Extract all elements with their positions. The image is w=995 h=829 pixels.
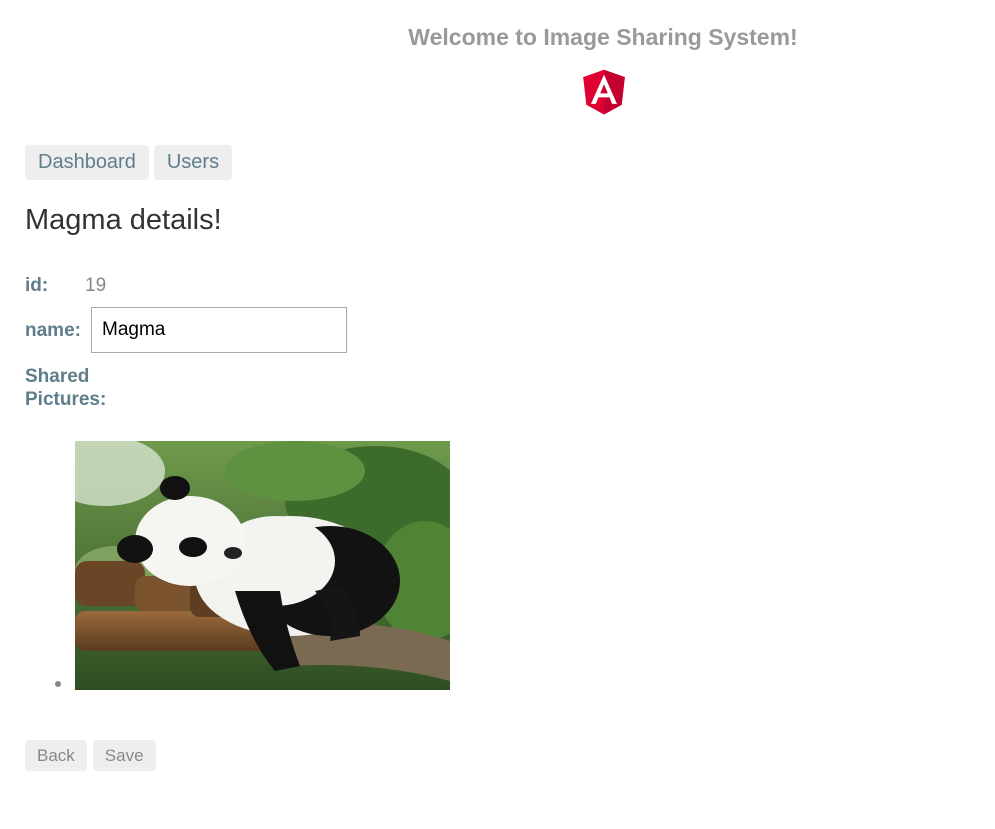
shared-picture-panda: [75, 441, 450, 690]
nav-users-link[interactable]: Users: [153, 145, 233, 180]
shared-pictures-label: Shared Pictures:: [25, 366, 107, 410]
list-bullet: [55, 681, 61, 687]
main-nav: Dashboard Users: [25, 145, 233, 180]
name-label: name:: [25, 320, 81, 341]
app-root: Welcome to Image Sharing System! Dashboa…: [0, 0, 995, 829]
detail-heading: Magma details!: [25, 204, 222, 236]
back-button[interactable]: Back: [25, 740, 87, 771]
angular-logo-icon: [583, 69, 625, 115]
id-label: id:: [25, 275, 49, 296]
name-input[interactable]: [91, 307, 347, 353]
detail-actions: Back Save: [25, 740, 156, 771]
app-title: Welcome to Image Sharing System!: [408, 24, 798, 50]
save-button[interactable]: Save: [92, 740, 156, 771]
id-value: 19: [85, 275, 107, 296]
nav-dashboard-link[interactable]: Dashboard: [25, 145, 149, 180]
